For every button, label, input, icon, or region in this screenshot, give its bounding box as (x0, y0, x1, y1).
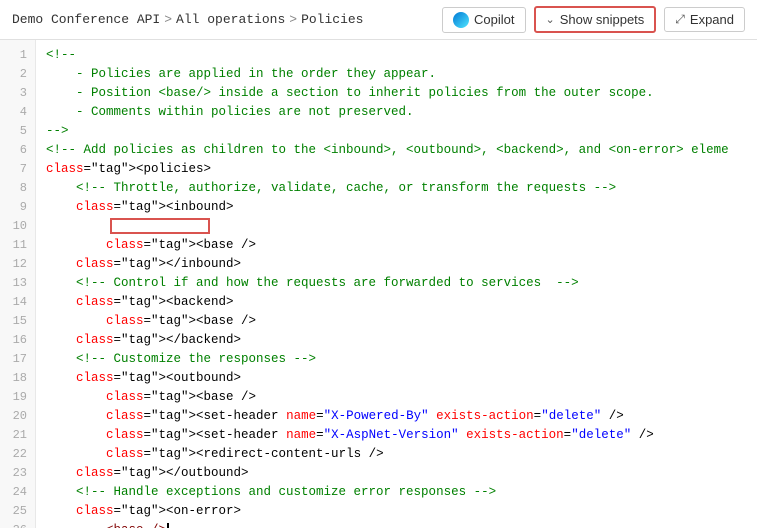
line-number: 5 (0, 122, 35, 141)
code-line: class="tag"></inbound> (36, 255, 757, 274)
code-line: <!-- Control if and how the requests are… (36, 274, 757, 293)
code-line: class="tag"><backend> (36, 293, 757, 312)
code-line: class="tag"><set-header name="X-Powered-… (36, 407, 757, 426)
line-number: 17 (0, 350, 35, 369)
code-line: --> (36, 122, 757, 141)
breadcrumb-part3: Policies (301, 12, 363, 27)
code-line: <base /> (36, 521, 757, 528)
expand-label: Expand (690, 12, 734, 27)
code-line: <!-- Customize the responses --> (36, 350, 757, 369)
line-number: 14 (0, 293, 35, 312)
code-line: class="tag"><set-header name="X-AspNet-V… (36, 426, 757, 445)
line-number: 9 (0, 198, 35, 217)
line-number: 22 (0, 445, 35, 464)
code-line: - Position <base/> inside a section to i… (36, 84, 757, 103)
line-number: 2 (0, 65, 35, 84)
line-number: 7 (0, 160, 35, 179)
breadcrumb-part1: Demo Conference API (12, 12, 160, 27)
code-line: <!-- Add policies as children to the <in… (36, 141, 757, 160)
breadcrumb-sep2: > (289, 12, 297, 27)
expand-icon: ⤢ (675, 12, 685, 27)
code-line (36, 217, 757, 236)
code-line: class="tag"><outbound> (36, 369, 757, 388)
copilot-label: Copilot (474, 12, 514, 27)
show-snippets-button[interactable]: ⌄ Show snippets (534, 6, 657, 33)
line-number: 18 (0, 369, 35, 388)
copilot-icon (453, 12, 469, 28)
code-line: <!-- (36, 46, 757, 65)
line-number: 23 (0, 464, 35, 483)
breadcrumb-part2: All operations (176, 12, 285, 27)
code-line: class="tag"><policies> (36, 160, 757, 179)
line-number: 19 (0, 388, 35, 407)
chevron-down-icon: ⌄ (546, 13, 555, 26)
code-line: class="tag"><base /> (36, 236, 757, 255)
snippets-label: Show snippets (560, 12, 645, 27)
code-line: class="tag"><inbound> (36, 198, 757, 217)
code-line: class="tag"></backend> (36, 331, 757, 350)
header-actions: Copilot ⌄ Show snippets ⤢ Expand (442, 6, 745, 33)
line-number: 10 (0, 217, 35, 236)
header-bar: Demo Conference API > All operations > P… (0, 0, 757, 40)
code-line: class="tag"><redirect-content-urls /> (36, 445, 757, 464)
line-number: 12 (0, 255, 35, 274)
line-numbers: 1234567891011121314151617181920212223242… (0, 40, 36, 528)
line-number: 1 (0, 46, 35, 65)
line-number: 26 (0, 521, 35, 528)
line-number: 8 (0, 179, 35, 198)
breadcrumb: Demo Conference API > All operations > P… (12, 12, 364, 27)
line-number: 3 (0, 84, 35, 103)
line-number: 11 (0, 236, 35, 255)
line-number: 21 (0, 426, 35, 445)
code-line: class="tag"><on-error> (36, 502, 757, 521)
line-number: 4 (0, 103, 35, 122)
code-content[interactable]: <!-- - Policies are applied in the order… (36, 40, 757, 528)
breadcrumb-sep1: > (164, 12, 172, 27)
line-number: 13 (0, 274, 35, 293)
line-number: 16 (0, 331, 35, 350)
code-line: class="tag"><base /> (36, 388, 757, 407)
line-number: 20 (0, 407, 35, 426)
expand-button[interactable]: ⤢ Expand (664, 7, 745, 32)
code-line: - Comments within policies are not prese… (36, 103, 757, 122)
copilot-button[interactable]: Copilot (442, 7, 525, 33)
highlight-selection (110, 218, 210, 234)
line-number: 24 (0, 483, 35, 502)
code-line: <!-- Handle exceptions and customize err… (36, 483, 757, 502)
line-number: 25 (0, 502, 35, 521)
code-line: class="tag"><base /> (36, 312, 757, 331)
code-line: <!-- Throttle, authorize, validate, cach… (36, 179, 757, 198)
line-number: 15 (0, 312, 35, 331)
code-line: class="tag"></outbound> (36, 464, 757, 483)
line-number: 6 (0, 141, 35, 160)
code-editor[interactable]: 1234567891011121314151617181920212223242… (0, 40, 757, 528)
code-line: - Policies are applied in the order they… (36, 65, 757, 84)
